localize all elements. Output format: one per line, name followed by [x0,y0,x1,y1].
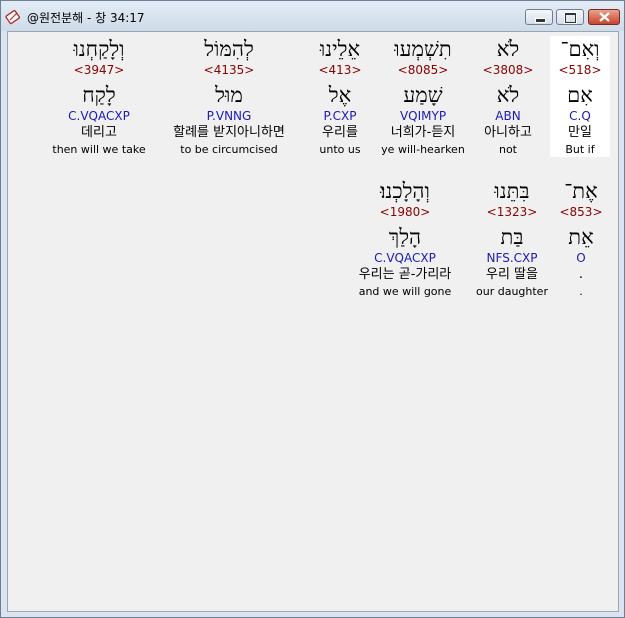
word-block[interactable]: לְהִמּוֹל <4135> מוּל P.VNNG 할례를 받지아니하면 … [159,36,299,157]
hebrew-word: תִשְׁמְעוּ [394,37,452,61]
word-block[interactable]: וְהָלָכְנוּ׃ <1980> הָלַךְ C.VQACXP 우리는 … [345,178,465,299]
strong-number: <4135> [203,63,255,77]
strong-number: <3808> [482,63,534,77]
hebrew-lexeme: אִם [567,83,593,107]
english-gloss: then will we take [52,143,146,156]
hebrew-word: וְאִם־ [560,37,600,61]
korean-gloss: 너희가-듣지 [390,125,456,140]
hebrew-word: וְהָלָכְנוּ׃ [380,179,430,203]
strong-number: <853> [559,205,603,219]
bible-app-icon [5,9,21,25]
hebrew-word: לְהִמּוֹל [204,37,254,61]
strong-number: <413> [318,63,362,77]
word-block[interactable]: אֶת־ <853> אֵת O . . [555,178,607,299]
title-bar[interactable]: @원전분해 - 창 34:17 [1,1,624,31]
hebrew-lexeme: לֹא [496,83,520,107]
close-button[interactable] [588,9,620,25]
korean-gloss: 할례를 받지아니하면 [173,125,285,140]
hebrew-lexeme: שָׁמַע [403,83,443,107]
hebrew-word: אֶת־ [564,179,598,203]
minimize-button[interactable] [525,9,553,25]
english-gloss: . [579,285,583,298]
korean-gloss: 우리 딸을 [486,267,538,282]
korean-gloss: 데리고 [81,125,117,140]
word-block[interactable]: אֵלֵינוּ <413> אֶל P.CXP 우리를 unto us [308,36,372,157]
hebrew-lexeme: לָקַח [82,83,116,107]
maximize-button[interactable] [556,9,584,25]
window-title: @원전분해 - 창 34:17 [27,11,145,25]
strong-number: <8085> [397,63,449,77]
morphology-code: VQIMYP [399,109,447,123]
english-gloss: our daughter [476,285,548,298]
strong-number: <518> [558,63,602,77]
app-window: @원전분해 - 창 34:17 וְאִם־ <518> אִם C.Q 만일 … [0,0,625,618]
hebrew-lexeme: מוּל [215,83,243,107]
korean-gloss: 우리는 곧-가리라 [358,267,452,282]
strong-number: <3947> [73,63,125,77]
korean-gloss: . [578,267,584,282]
word-block[interactable]: בִּתֵּנוּ <1323> בַּת NFS.CXP 우리 딸을 our … [469,178,555,299]
word-block[interactable]: וְאִם־ <518> אִם C.Q 만일 But if [550,36,610,157]
word-block[interactable]: וְלָקַחְנוּ <3947> לָקַח C.VQACXP 데리고 th… [47,36,151,157]
morphology-code: NFS.CXP [486,251,538,265]
word-block[interactable]: לֹא <3808> לֹא ABN 아니하고 not [469,36,547,157]
interlinear-view[interactable]: וְאִם־ <518> אִם C.Q 만일 But if לֹא <3808… [7,31,619,612]
morphology-code: ABN [495,109,521,123]
close-icon [599,12,610,22]
strong-number: <1323> [486,205,538,219]
morphology-code: C.Q [569,109,591,123]
minimize-icon [535,18,546,23]
word-block[interactable]: תִשְׁמְעוּ <8085> שָׁמַע VQIMYP 너희가-듣지 y… [377,36,469,157]
hebrew-lexeme: אֶל [328,83,352,107]
morphology-code: O [576,251,586,265]
morphology-code: C.VQACXP [68,109,130,123]
hebrew-word: בִּתֵּנוּ [494,179,530,203]
korean-gloss: 만일 [568,125,592,140]
english-gloss: But if [565,143,595,156]
english-gloss: to be circumcised [180,143,278,156]
hebrew-lexeme: בַּת [500,225,524,249]
english-gloss: and we will gone [358,285,452,298]
hebrew-word: לֹא [496,37,520,61]
morphology-code: C.VQACXP [374,251,436,265]
english-gloss: not [498,143,517,156]
strong-number: <1980> [379,205,431,219]
hebrew-lexeme: הָלַךְ [388,225,422,249]
maximize-icon [565,13,576,23]
hebrew-word: וְלָקַחְנוּ [73,37,125,61]
hebrew-lexeme: אֵת [568,225,594,249]
hebrew-word: אֵלֵינוּ [319,37,361,61]
morphology-code: P.CXP [323,109,357,123]
korean-gloss: 아니하고 [484,125,532,140]
english-gloss: unto us [319,143,361,156]
morphology-code: P.VNNG [206,109,252,123]
english-gloss: ye will-hearken [381,143,465,156]
korean-gloss: 우리를 [322,125,358,140]
